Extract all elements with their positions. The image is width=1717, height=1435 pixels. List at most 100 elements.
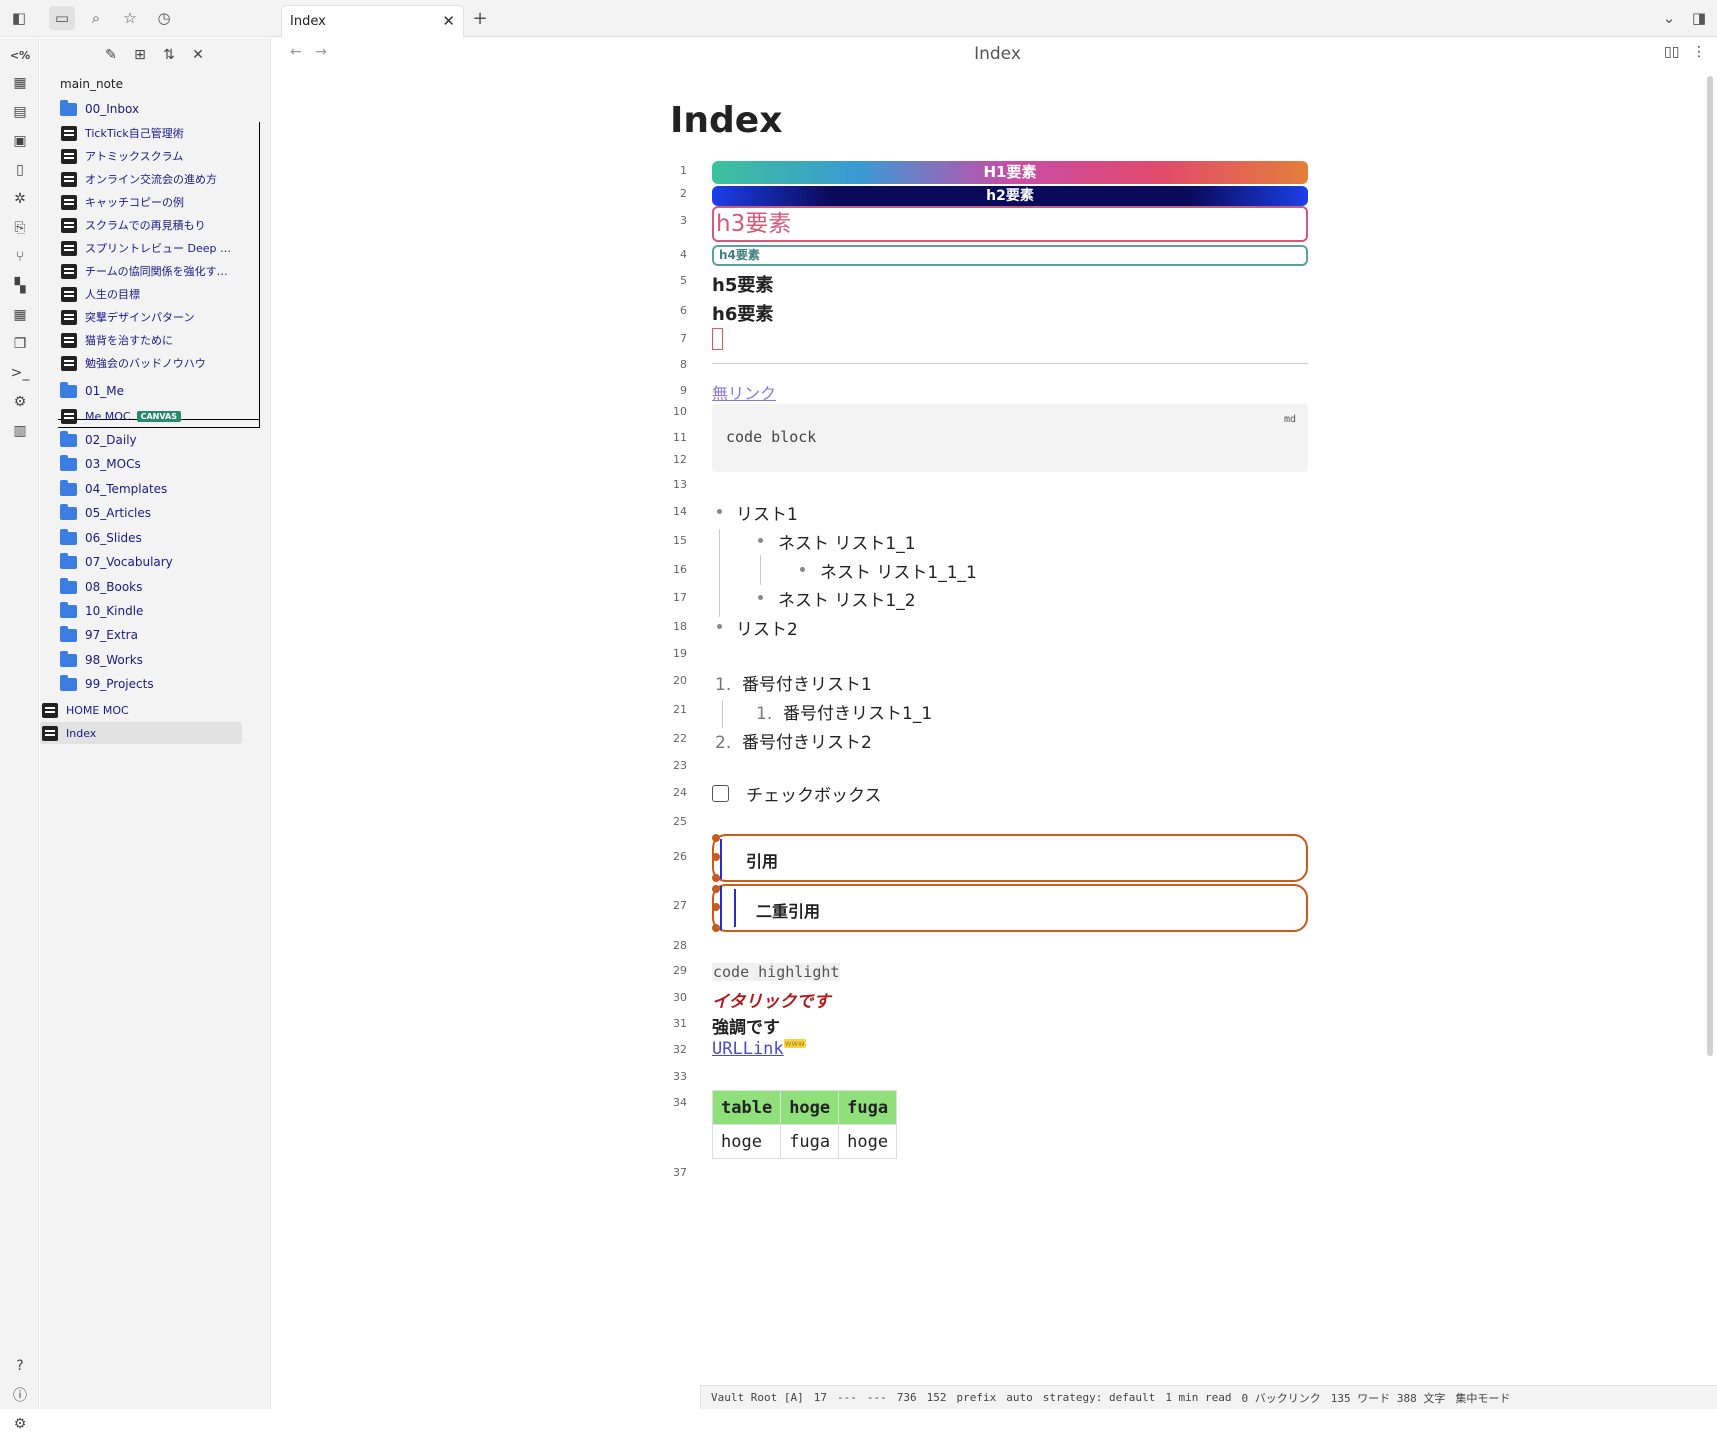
heading-1[interactable]: H1要素	[712, 161, 1308, 184]
folder-01-me[interactable]: 01_Me	[60, 380, 124, 402]
page-title[interactable]: Index	[670, 100, 782, 141]
table-header-cell[interactable]: table	[711, 1090, 782, 1125]
list-item[interactable]: リスト1	[736, 500, 798, 525]
folder-10-kindle[interactable]: 10_Kindle	[60, 600, 143, 622]
backlinks-status[interactable]: 0 バックリンク	[1242, 1390, 1321, 1406]
list-item-home-moc[interactable]: HOME MOC	[42, 699, 129, 721]
list-item[interactable]: キャッチコピーの例	[61, 191, 184, 213]
folder-99-projects[interactable]: 99_Projects	[60, 673, 154, 695]
file-import-icon[interactable]: ⎘	[9, 217, 31, 239]
folder-00-inbox[interactable]: 00_Inbox	[60, 98, 139, 120]
italic-text[interactable]: イタリックです	[712, 987, 830, 1012]
folder-04-templates[interactable]: 04_Templates	[60, 478, 167, 500]
bold-text[interactable]: 強調です	[712, 1013, 780, 1038]
list-item[interactable]: スプリントレビュー Deep …	[61, 237, 231, 259]
scrollbar[interactable]	[1707, 76, 1713, 1056]
list-item[interactable]: アトミックスクラム	[61, 145, 183, 167]
plugin-icon[interactable]: ✲	[9, 188, 31, 210]
new-note-icon[interactable]: ✎	[100, 44, 122, 66]
tab-index[interactable]: Index ✕	[281, 5, 464, 37]
collapse-all-icon[interactable]: ✕	[187, 44, 209, 66]
list-item-index-active[interactable]: Index	[40, 722, 242, 744]
ordered-list-item[interactable]: 1. 番号付きリスト1	[715, 670, 872, 695]
more-options-icon[interactable]: ⋮	[1692, 44, 1706, 60]
tablet-icon[interactable]: ▯	[9, 159, 31, 181]
list-item[interactable]: ネスト リスト1_1_1	[820, 558, 977, 583]
help-box-icon[interactable]: ?	[9, 1355, 31, 1377]
task-checkbox[interactable]	[712, 785, 729, 802]
list-item[interactable]: TickTick自己管理術	[61, 122, 184, 144]
empty-line-cursor[interactable]	[712, 328, 723, 350]
list-item-me-moc[interactable]: Me MOC CANVAS	[61, 405, 181, 427]
table-cell[interactable]: fuga	[780, 1124, 840, 1159]
markdown-table[interactable]: table hoge fuga hoge fuga hoge	[711, 1090, 898, 1159]
status-item[interactable]: ---	[837, 1391, 857, 1404]
table-header-cell[interactable]: hoge	[780, 1090, 840, 1125]
vault-name[interactable]: main_note	[60, 73, 123, 95]
bookmark-star-icon[interactable]: ☆	[117, 6, 143, 30]
focus-mode-status[interactable]: 集中モード	[1455, 1390, 1510, 1406]
heading-5[interactable]: h5要素	[712, 271, 773, 297]
folder-07-vocabulary[interactable]: 07_Vocabulary	[60, 551, 173, 573]
view-title[interactable]: Index	[272, 44, 1717, 64]
folder-02-daily[interactable]: 02_Daily	[60, 429, 137, 451]
external-link[interactable]: URLLink	[712, 1039, 784, 1059]
strategy-status[interactable]: strategy: default	[1043, 1391, 1156, 1404]
table-icon[interactable]: ▤	[9, 101, 31, 123]
blockquote[interactable]: 引用	[712, 834, 1308, 882]
files-icon[interactable]: ▭	[49, 6, 75, 30]
search-icon[interactable]: ⌕	[83, 6, 109, 30]
daily-note-icon[interactable]: ▦	[9, 304, 31, 326]
sliders-icon[interactable]: ⚙	[9, 391, 31, 413]
heading-3[interactable]: h3要素	[712, 206, 1308, 242]
nested-blockquote[interactable]: 二重引用	[712, 884, 1308, 932]
heading-4[interactable]: h4要素	[712, 245, 1308, 266]
new-tab-button[interactable]: +	[467, 6, 493, 30]
settings-gear-icon[interactable]: ⚙	[9, 1413, 31, 1435]
heading-6[interactable]: h6要素	[712, 300, 773, 326]
task-label[interactable]: チェックボックス	[746, 781, 882, 806]
status-item[interactable]: 152	[927, 1391, 947, 1404]
folder-05-articles[interactable]: 05_Articles	[60, 502, 151, 524]
status-item[interactable]: 736	[897, 1391, 917, 1404]
code-block[interactable]: code block md	[712, 404, 1308, 472]
unresolved-link[interactable]: 無リンク	[712, 380, 776, 404]
close-icon[interactable]: ✕	[442, 12, 455, 30]
dashboard-icon[interactable]: ▚	[9, 275, 31, 297]
table-header-cell[interactable]: fuga	[838, 1090, 898, 1125]
list-item[interactable]: スクラムでの再見積もり	[61, 214, 206, 236]
ordered-list-item[interactable]: 1. 番号付きリスト1_1	[756, 699, 932, 724]
list-item[interactable]: 勉強会のバッドノウハウ	[61, 352, 206, 374]
reading-view-book-icon[interactable]: ▯▯	[1664, 44, 1679, 60]
presentation-icon[interactable]: ▣	[9, 130, 31, 152]
list-item[interactable]: ネスト リスト1_1	[778, 529, 916, 554]
table-cell[interactable]: hoge	[838, 1124, 898, 1159]
list-item[interactable]: オンライン交流会の進め方	[61, 168, 217, 190]
folder-97-extra[interactable]: 97_Extra	[60, 624, 138, 646]
help-icon[interactable]: ⓘ	[9, 1384, 31, 1406]
code-icon[interactable]: <%	[9, 44, 31, 66]
graph-icon[interactable]: ⑂	[9, 246, 31, 268]
status-item[interactable]: ---	[867, 1391, 887, 1404]
sort-icon[interactable]: ⇅	[158, 44, 180, 66]
terminal-icon[interactable]: >_	[9, 362, 31, 384]
layout-icon[interactable]: ▥	[9, 420, 31, 442]
chevron-down-icon[interactable]: ⌄	[1656, 6, 1682, 30]
list-item[interactable]: ネスト リスト1_2	[778, 586, 916, 611]
new-folder-icon[interactable]: ⊞	[129, 44, 151, 66]
list-item[interactable]: 猫背を治すために	[61, 329, 173, 351]
calendar-icon[interactable]: ▦	[9, 72, 31, 94]
table-cell[interactable]: hoge	[711, 1124, 782, 1159]
folder-98-works[interactable]: 98_Works	[60, 649, 143, 671]
inline-code[interactable]: code highlight	[712, 963, 841, 981]
folder-06-slides[interactable]: 06_Slides	[60, 527, 142, 549]
recent-clock-icon[interactable]: ◷	[151, 6, 177, 30]
list-item[interactable]: 突撃デザインパターン	[61, 306, 194, 328]
folder-08-books[interactable]: 08_Books	[60, 576, 142, 598]
status-item[interactable]: 17	[814, 1391, 827, 1404]
list-item[interactable]: チームの協同関係を強化す…	[61, 260, 228, 282]
ordered-list-item[interactable]: 2. 番号付きリスト2	[715, 728, 872, 753]
heading-2[interactable]: h2要素	[712, 186, 1308, 206]
right-sidebar-toggle-icon[interactable]: ◨	[1686, 6, 1712, 30]
vault-root-status[interactable]: Vault Root [A]	[711, 1391, 804, 1404]
